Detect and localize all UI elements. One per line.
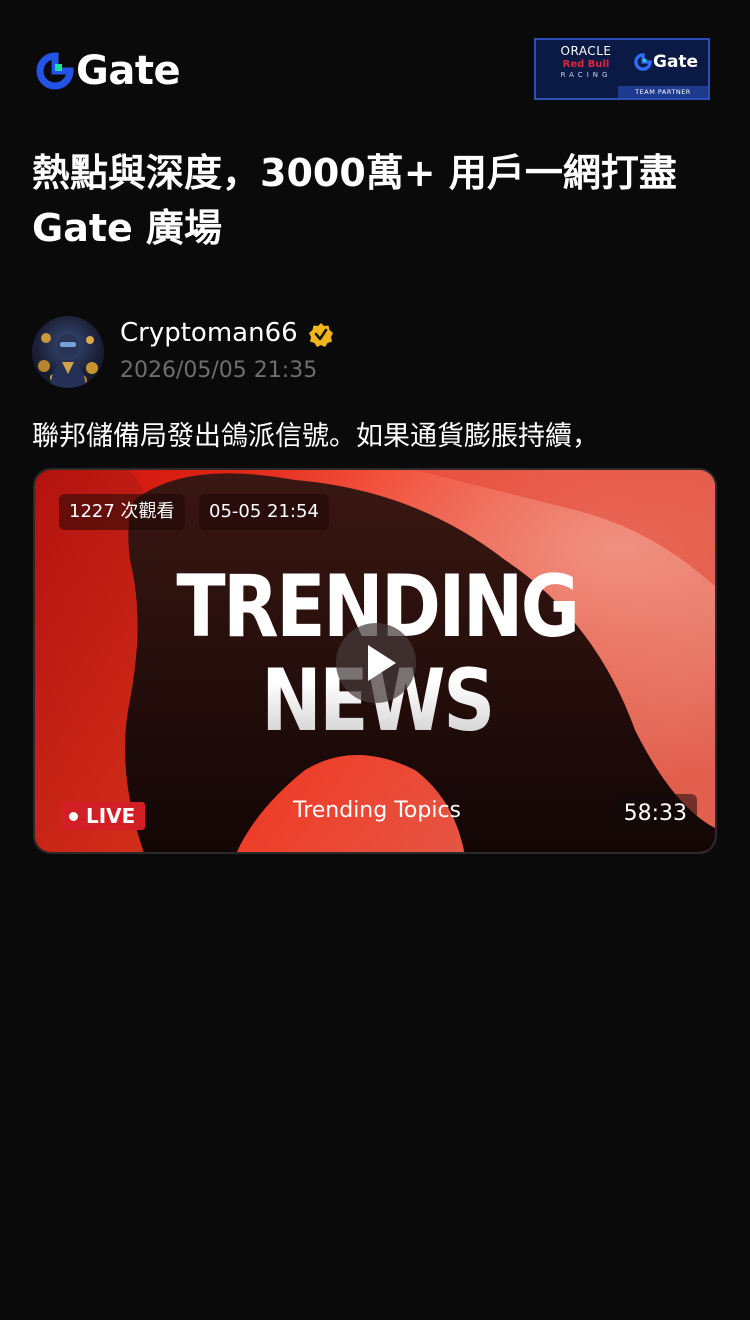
partner-oracle-redbull: ORACLE Red Bull RACING — [544, 44, 628, 79]
video-start-time: 05-05 21:54 — [199, 494, 329, 530]
logo-text: Gate — [76, 48, 181, 94]
team-partner-label: TEAM PARTNER — [618, 86, 708, 98]
app-header: Gate ORACLE Red Bull RACING Gate TEAM PA… — [0, 0, 750, 120]
play-icon — [368, 645, 396, 681]
post-username[interactable]: Cryptoman66 — [120, 318, 298, 348]
partner-gate-text: Gate — [653, 52, 699, 72]
avatar-image — [38, 333, 98, 388]
avatar[interactable] — [32, 316, 104, 388]
headline-line-1: 熱點與深度，3000萬+ 用戶一網打盡 — [32, 151, 677, 195]
play-button[interactable] — [336, 623, 416, 703]
partner-gate-icon — [634, 53, 652, 71]
headline-line-2: Gate 廣場 — [32, 206, 223, 250]
post-timestamp: 2026/05/05 21:35 — [120, 358, 318, 383]
post-text[interactable]: 聯邦儲備局發出鴿派信號。如果通貨膨脹持續， — [32, 414, 722, 453]
video-duration: 58:33 — [613, 794, 697, 834]
page-headline: 熱點與深度，3000萬+ 用戶一網打盡 Gate 廣場 — [32, 146, 722, 256]
partner-redbull-text: Red Bull — [562, 59, 610, 70]
gate-logo-icon — [36, 52, 74, 90]
partner-racing-text: RACING — [560, 71, 612, 79]
partner-banner[interactable]: ORACLE Red Bull RACING Gate TEAM PARTNER — [534, 38, 710, 100]
partner-gate-logo: Gate — [634, 52, 698, 72]
view-count: 1227 次觀看 — [59, 494, 185, 530]
partner-oracle-text: ORACLE — [560, 44, 612, 58]
video-card[interactable]: 1227 次觀看 05-05 21:54 TRENDING NEWS LIVE … — [33, 468, 717, 854]
verified-badge-icon — [308, 322, 334, 348]
gate-logo[interactable]: Gate — [36, 48, 181, 94]
